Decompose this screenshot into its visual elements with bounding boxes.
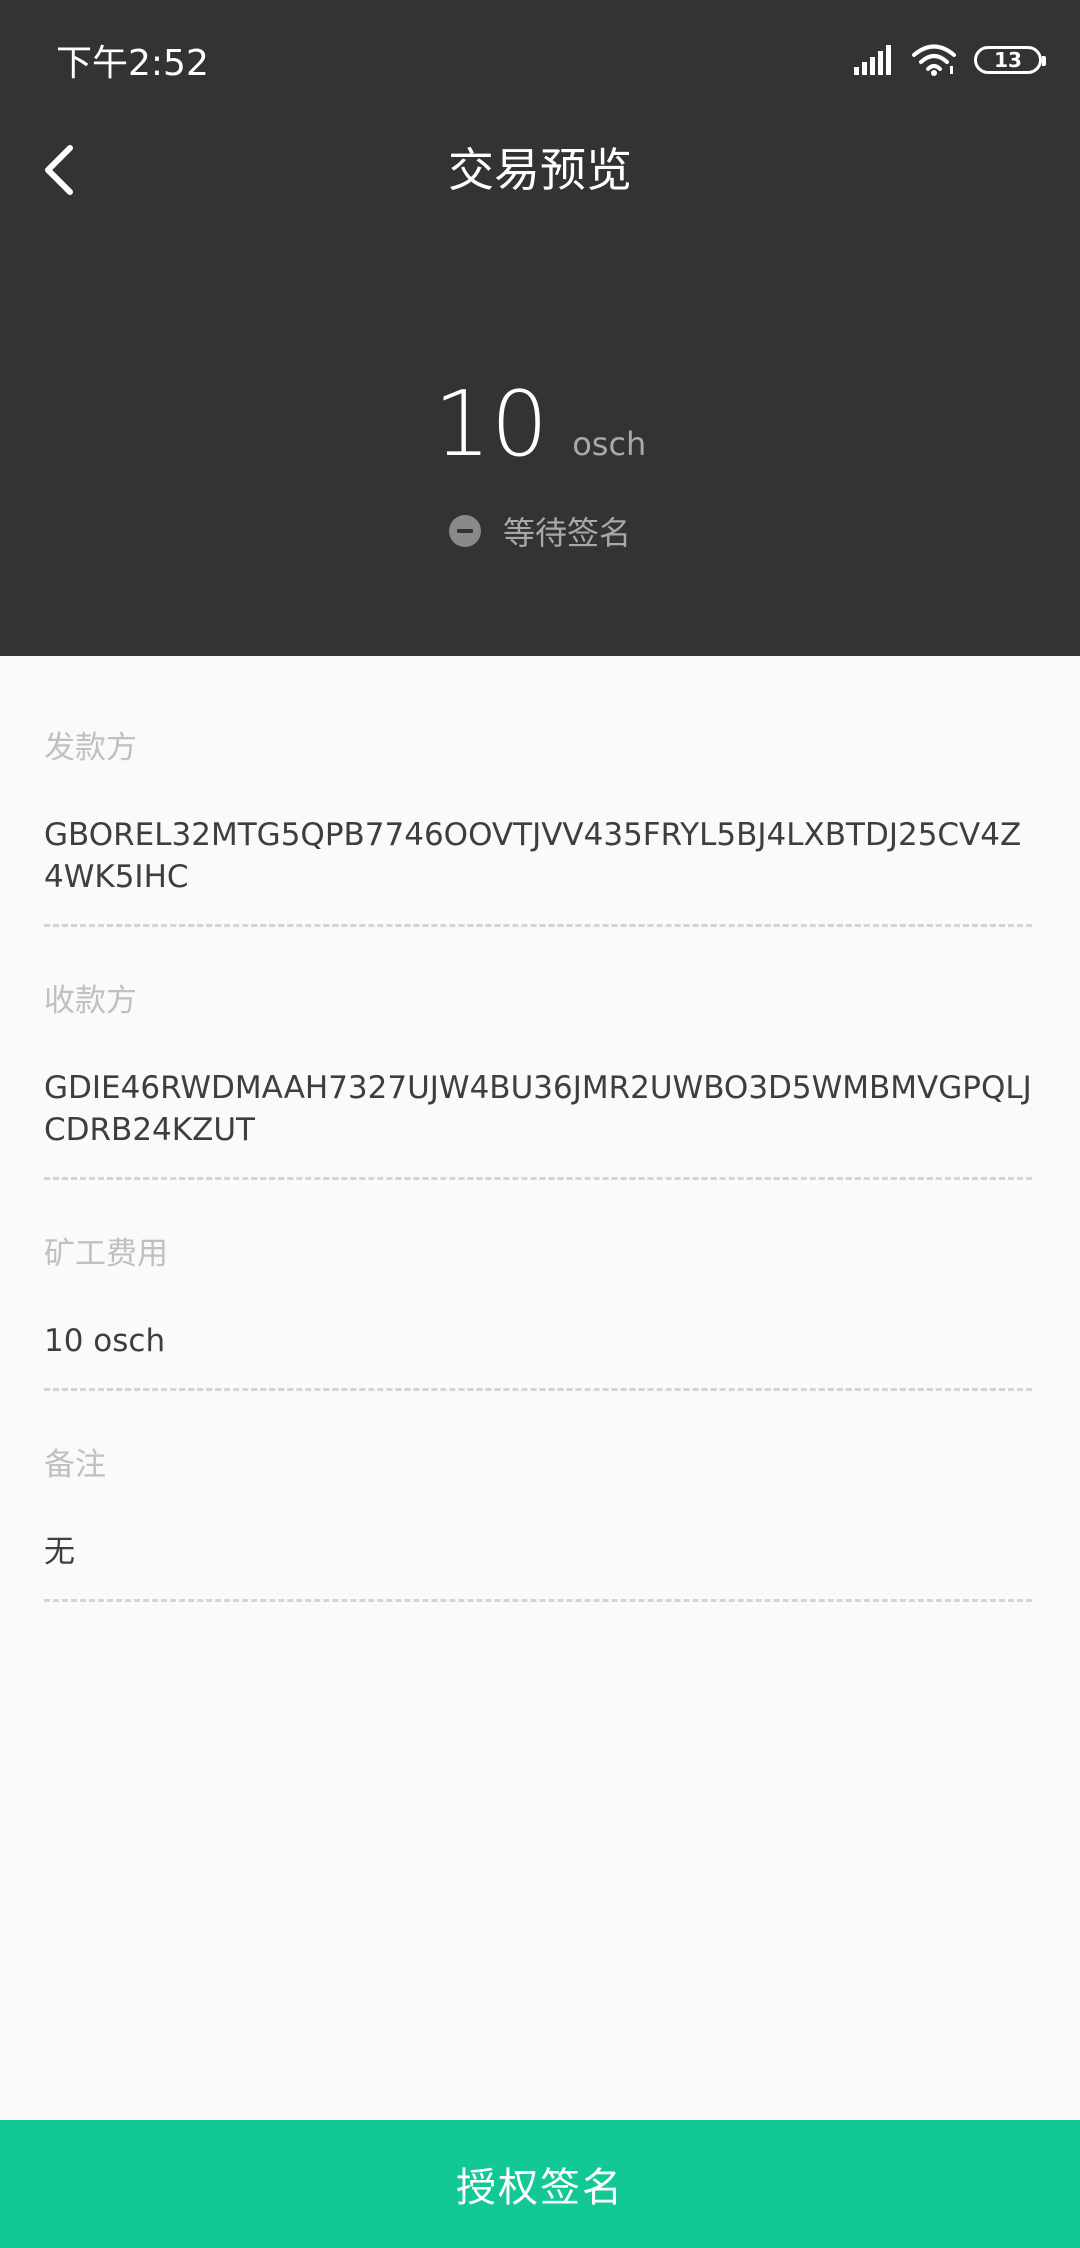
status-row: 等待签名 (0, 508, 1080, 554)
status-icons: 13 (854, 40, 1046, 80)
memo-label: 备注 (44, 1447, 106, 1483)
transaction-details: 发款方 GBOREL32MTG5QPB7746OOVTJVV435FRYL5BJ… (44, 656, 1032, 1602)
minus-circle-icon (448, 515, 481, 547)
receiver-label: 收款方 (44, 983, 137, 1019)
transaction-preview-screen: 下午2:52 13 交易预览 10 osch 等待签名 发款方 GBOREL32… (0, 0, 1080, 2248)
fee-field: 矿工费用 10 osch (44, 1180, 1032, 1391)
sender-label: 发款方 (44, 730, 137, 766)
page-title: 交易预览 (448, 143, 632, 197)
status-text: 等待签名 (502, 514, 631, 552)
sender-address: GBOREL32MTG5QPB7746OOVTJVV435FRYL5BJ4LXB… (44, 817, 1022, 895)
receiver-address: GDIE46RWDMAAH7327UJW4BU36JMR2UWBO3D5WMBM… (44, 1070, 1032, 1148)
battery-icon: 13 (974, 46, 1046, 74)
amount-value: 10 (433, 372, 549, 477)
authorize-sign-button[interactable]: 授权签名 (0, 2120, 1080, 2248)
amount-unit: osch (572, 425, 647, 463)
fee-label: 矿工费用 (44, 1236, 168, 1272)
battery-tip (1042, 56, 1046, 66)
signal-icon (854, 45, 891, 75)
amount-row: 10 osch (0, 370, 1080, 480)
receiver-field: 收款方 GDIE46RWDMAAH7327UJW4BU36JMR2UWBO3D5… (44, 927, 1032, 1180)
fee-value: 10 osch (44, 1323, 166, 1359)
nav-bar: 交易预览 (0, 120, 1080, 220)
battery-level: 13 (994, 48, 1022, 72)
memo-field: 备注 无 (44, 1391, 1032, 1602)
status-time: 下午2:52 (56, 43, 209, 84)
sender-field: 发款方 GBOREL32MTG5QPB7746OOVTJVV435FRYL5BJ… (44, 656, 1032, 927)
wifi-icon (912, 44, 956, 76)
chevron-left-icon (45, 145, 73, 195)
memo-value: 无 (44, 1534, 75, 1570)
header-panel: 下午2:52 13 交易预览 10 osch 等待签名 (0, 0, 1080, 656)
back-button[interactable] (30, 140, 90, 200)
status-bar: 下午2:52 13 (0, 0, 1080, 120)
